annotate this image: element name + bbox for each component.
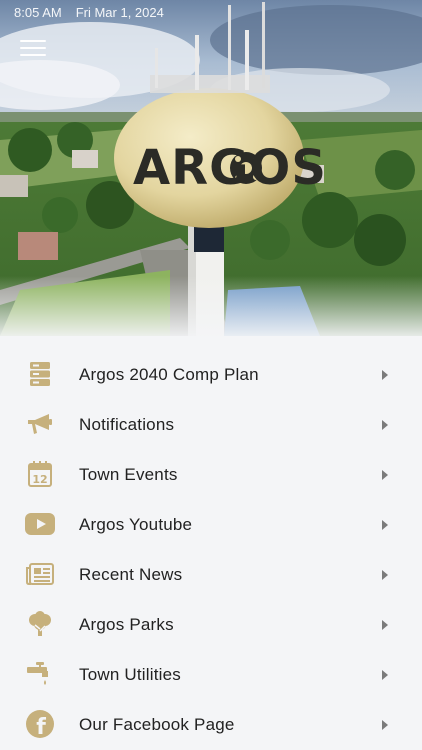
calendar-icon: 12	[24, 458, 56, 490]
menu-item-facebook[interactable]: f Our Facebook Page	[0, 700, 422, 750]
chevron-right-icon	[382, 670, 388, 680]
menu-item-label: Town Utilities	[79, 665, 181, 684]
menu-item-label: Argos Parks	[79, 615, 174, 634]
menu-item-utilities[interactable]: Town Utilities	[0, 650, 422, 700]
menu-item-label: Recent News	[79, 565, 183, 584]
menu-item-label: Argos Youtube	[79, 515, 193, 534]
chevron-right-icon	[382, 520, 388, 530]
menu-item-parks[interactable]: Argos Parks	[0, 600, 422, 650]
chevron-right-icon	[382, 420, 388, 430]
youtube-icon	[24, 508, 56, 540]
main-menu: Argos 2040 Comp Plan Notifications 12 To	[0, 336, 422, 750]
menu-item-label: Town Events	[79, 465, 178, 484]
tree-icon	[24, 608, 56, 640]
hero-fade	[0, 276, 422, 336]
newspaper-icon	[24, 558, 56, 590]
hamburger-menu-icon[interactable]	[20, 40, 46, 62]
chevron-right-icon	[382, 470, 388, 480]
menu-item-label: Argos 2040 Comp Plan	[79, 365, 259, 384]
menu-item-comp-plan[interactable]: Argos 2040 Comp Plan	[0, 350, 422, 400]
status-bar: 8:05 AM Fri Mar 1, 2024	[14, 4, 408, 22]
hero-banner: 8:05 AM Fri Mar 1, 2024 ARGOS	[0, 0, 422, 336]
menu-item-label: Notifications	[79, 415, 175, 434]
chevron-right-icon	[382, 720, 388, 730]
document-stack-icon	[24, 358, 56, 390]
calendar-day-number: 12	[32, 473, 47, 486]
faucet-icon	[24, 658, 56, 690]
facebook-letter: f	[36, 715, 46, 738]
facebook-icon: f	[24, 708, 56, 740]
status-date: Fri Mar 1, 2024	[75, 5, 164, 20]
menu-item-youtube[interactable]: Argos Youtube	[0, 500, 422, 550]
chevron-right-icon	[382, 620, 388, 630]
chevron-right-icon	[382, 370, 388, 380]
menu-item-label: Our Facebook Page	[79, 715, 235, 734]
megaphone-icon	[24, 408, 56, 440]
menu-item-recent-news[interactable]: Recent News	[0, 550, 422, 600]
tower-text: ARGOS	[133, 140, 327, 196]
status-time: 8:05 AM	[14, 5, 62, 20]
chevron-right-icon	[382, 570, 388, 580]
menu-item-town-events[interactable]: 12 Town Events	[0, 450, 422, 500]
menu-item-notifications[interactable]: Notifications	[0, 400, 422, 450]
